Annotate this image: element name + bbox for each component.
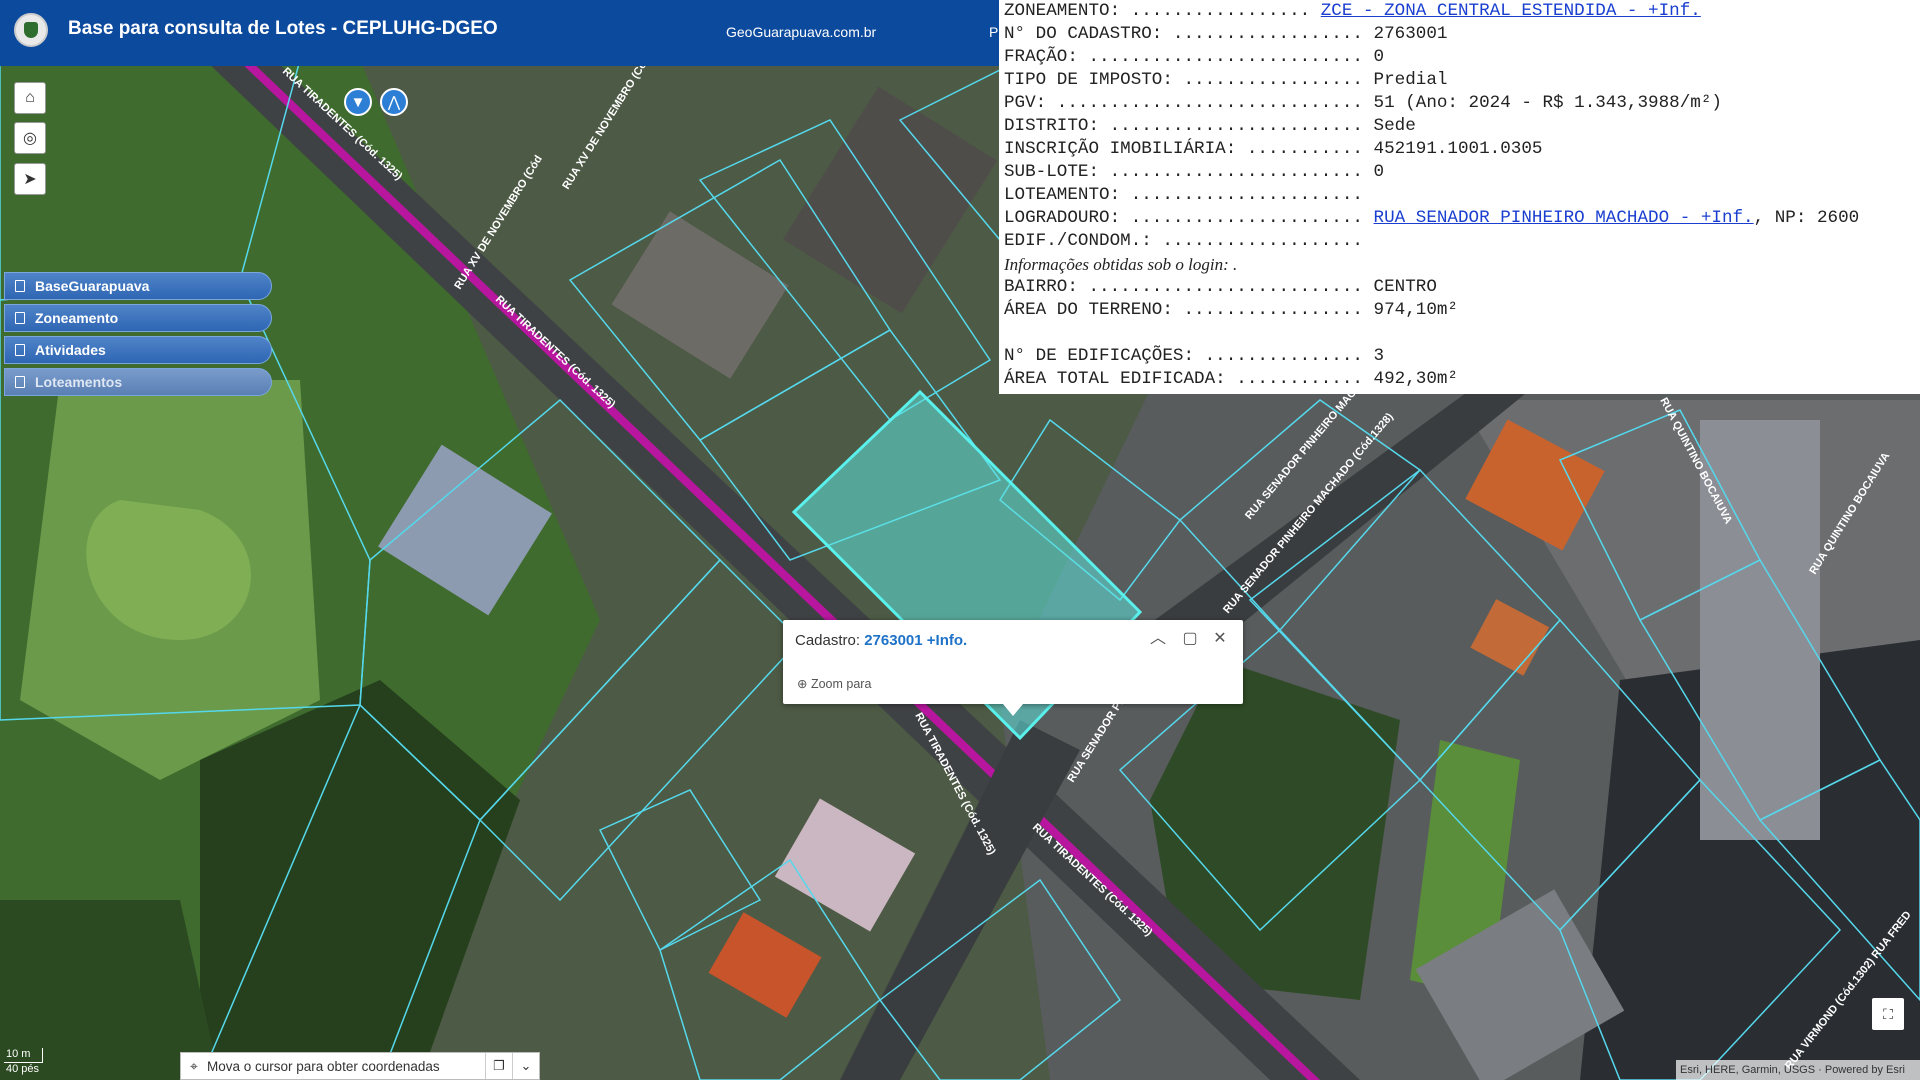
fracao-row: FRAÇÃO: .......................... 0: [1004, 47, 1385, 67]
login-note: Informações obtidas sob o login: .: [1004, 255, 1238, 274]
logradouro-link[interactable]: RUA SENADOR PINHEIRO MACHADO - +Inf.: [1374, 208, 1754, 228]
layer-label: Atividades: [35, 342, 106, 358]
layer-list: BaseGuarapuava Zoneamento Atividades Lot…: [4, 272, 272, 400]
copy-coordinates-button[interactable]: ❐: [485, 1053, 512, 1079]
scale-bar: 10 m 40 pés: [4, 1048, 74, 1078]
popup-title: Cadastro: 2763001 +Info.: [795, 632, 967, 649]
zoom-icon: ⊕: [797, 677, 808, 691]
header-link-truncated[interactable]: P: [989, 24, 998, 40]
layer-label: Loteamentos: [35, 374, 123, 390]
layer-icon: [15, 312, 25, 324]
dock-icon: ▢: [1182, 630, 1198, 647]
home-icon: ⌂: [25, 89, 35, 106]
zoom-to-button[interactable]: ⊕ Zoom para: [797, 676, 871, 691]
layer-item-loteamentos[interactable]: Loteamentos: [4, 368, 272, 396]
chevron-down-icon: ⌄: [520, 1058, 532, 1073]
layer-label: Zoneamento: [35, 310, 119, 326]
logradouro-np: , NP: 2600: [1753, 208, 1860, 228]
measure-button[interactable]: ⋀: [380, 88, 408, 116]
popup-pointer: [1003, 704, 1023, 716]
layer-item-baseguarapuava[interactable]: BaseGuarapuava: [4, 272, 272, 300]
n-edificacoes-row: N° DE EDIFICAÇÕES: ............... 3: [1004, 346, 1385, 366]
app-header: Base para consulta de Lotes - CEPLUHG-DG…: [0, 0, 1000, 66]
city-logo-icon: [14, 13, 48, 47]
filter-button[interactable]: ▼: [344, 88, 372, 116]
area-terreno-row: ÁREA DO TERRENO: ................. 974,1…: [1004, 300, 1458, 320]
inscricao-row: INSCRIÇÃO IMOBILIÁRIA: ........... 45219…: [1004, 139, 1543, 159]
parcel-info-panel: ZONEAMENTO: ................. ZCE - ZONA…: [999, 0, 1920, 394]
filter-icon: ▼: [350, 93, 366, 111]
fullscreen-icon: ⛶: [1883, 1005, 1893, 1022]
crosshair-icon[interactable]: ⌖: [181, 1058, 207, 1075]
zoneamento-link[interactable]: ZCE - ZONA CENTRAL ESTENDIDA - +Inf.: [1321, 1, 1701, 21]
home-button[interactable]: ⌂: [14, 82, 46, 114]
scale-metric: 10 m: [4, 1048, 43, 1063]
map-attribution: Esri, HERE, Garmin, USGS · Powered by Es…: [1676, 1060, 1920, 1080]
popup-cadastro-link[interactable]: 2763001 +Info.: [864, 632, 967, 649]
popup-label: Cadastro:: [795, 632, 865, 649]
locate-icon: ◎: [23, 130, 37, 147]
fullscreen-button[interactable]: ⛶: [1872, 998, 1904, 1030]
layer-icon: [15, 376, 25, 388]
layer-icon: [15, 344, 25, 356]
layer-item-atividades[interactable]: Atividades: [4, 336, 272, 364]
parcel-popup: Cadastro: 2763001 +Info. ⊕ Zoom para ︿ ▢…: [783, 620, 1243, 716]
pgv-row: PGV: ............................. 51 (A…: [1004, 93, 1722, 113]
coordinate-text: Mova o cursor para obter coordenadas: [207, 1058, 440, 1074]
collapse-popup-button[interactable]: ︿: [1147, 628, 1169, 650]
layer-label: BaseGuarapuava: [35, 278, 150, 294]
dock-popup-button[interactable]: ▢: [1179, 628, 1201, 650]
copy-icon: ❐: [493, 1058, 505, 1073]
close-icon: ✕: [1213, 630, 1227, 647]
zoneamento-label: ZONEAMENTO: .................: [1004, 1, 1321, 21]
edif-row: EDIF./CONDOM.: ...................: [1004, 231, 1363, 251]
loteamento-row: LOTEAMENTO: ......................: [1004, 185, 1363, 205]
layer-icon: [15, 280, 25, 292]
logradouro-label: LOGRADOURO: ......................: [1004, 208, 1374, 228]
close-popup-button[interactable]: ✕: [1209, 628, 1231, 650]
coordinate-dropdown-button[interactable]: ⌄: [512, 1053, 539, 1079]
sublote-row: SUB-LOTE: ........................ 0: [1004, 162, 1385, 182]
locate-button[interactable]: ◎: [14, 122, 46, 154]
imposto-row: TIPO DE IMPOSTO: ................. Predi…: [1004, 70, 1448, 90]
distrito-row: DISTRITO: ........................ Sede: [1004, 116, 1416, 136]
header-link[interactable]: GeoGuarapuava.com.br: [726, 24, 876, 40]
chevron-up-icon: ︿: [1149, 630, 1166, 647]
compass-icon: ➤: [23, 171, 37, 188]
blank-row: [1004, 322, 1920, 345]
area-edificada-row: ÁREA TOTAL EDIFICADA: ............ 492,3…: [1004, 369, 1458, 389]
cadastro-row: N° DO CADASTRO: .................. 27630…: [1004, 24, 1448, 44]
coordinate-widget: ⌖ Mova o cursor para obter coordenadas ❐…: [180, 1052, 540, 1080]
zoom-label: Zoom para: [810, 677, 872, 691]
layer-item-zoneamento[interactable]: Zoneamento: [4, 304, 272, 332]
compass-button[interactable]: ➤: [14, 163, 46, 195]
scale-imperial: 40 pés: [6, 1063, 40, 1075]
app-title: Base para consulta de Lotes - CEPLUHG-DG…: [68, 18, 498, 39]
bairro-row: BAIRRO: .......................... CENTR…: [1004, 277, 1437, 297]
measure-icon: ⋀: [387, 94, 401, 111]
